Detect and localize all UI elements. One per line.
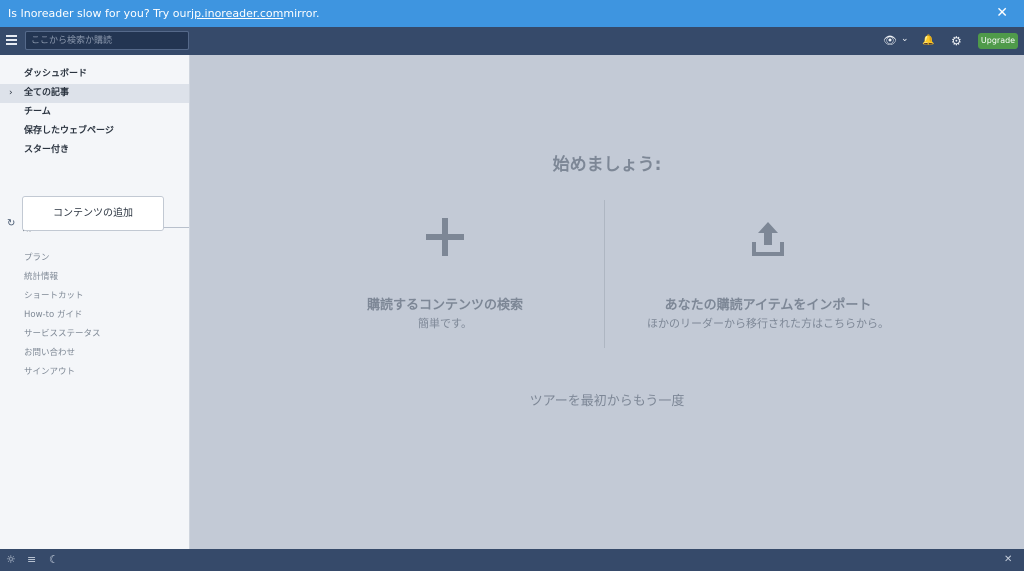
plus-icon[interactable]	[426, 218, 464, 256]
banner-text: Is Inoreader slow for you? Try our	[8, 7, 192, 20]
search-content-link[interactable]: 購読するコンテンツの検索	[345, 294, 545, 313]
upgrade-button[interactable]: Upgrade	[978, 33, 1018, 49]
sidebar-link-sign-out[interactable]: サインアウト	[24, 365, 75, 377]
mirror-link[interactable]: jp.inoreader.com	[191, 7, 283, 20]
sidebar-item-starred[interactable]: スター付き	[0, 141, 189, 160]
upload-icon[interactable]	[750, 220, 786, 258]
getting-started-title: 始めましょう:	[552, 155, 662, 175]
sidebar: ダッシュボード ›全ての記事 チーム 保存したウェブページ スター付き ↻ 購読…	[0, 55, 190, 549]
sidebar-link-shortcuts[interactable]: ショートカット	[24, 289, 84, 301]
list-view-icon[interactable]: ≡	[27, 553, 36, 567]
sidebar-link-service-status[interactable]: サービスステータス	[24, 327, 101, 339]
search-input[interactable]	[25, 31, 189, 50]
sidebar-item-label: スター付き	[24, 145, 70, 155]
eye-icon[interactable]: 👁	[883, 34, 897, 48]
chevron-right-icon[interactable]: ›	[9, 84, 13, 103]
import-subscriptions-subtitle: ほかのリーダーから移行された方はこちらから。	[647, 317, 889, 330]
sidebar-link-howto-guide[interactable]: How-to ガイド	[24, 308, 82, 320]
search-content-subtitle: 簡単です。	[418, 317, 472, 330]
import-subscriptions-link[interactable]: あなたの購読アイテムをインポート	[618, 294, 918, 313]
sidebar-item-label: ダッシュボード	[24, 69, 88, 79]
sidebar-item-dashboard[interactable]: ダッシュボード	[0, 65, 189, 84]
top-toolbar: 👁 ⌄ 🔔 ⚙ Upgrade	[0, 27, 1024, 55]
bell-icon[interactable]: 🔔	[922, 34, 934, 48]
bottom-toolbar: ☼ ≡ ☾ ✕	[0, 549, 1024, 571]
sidebar-item-label: チーム	[24, 107, 51, 117]
sidebar-link-contact[interactable]: お問い合わせ	[24, 346, 75, 358]
banner-text-end: mirror.	[283, 7, 320, 20]
mirror-banner: Is Inoreader slow for you? Try our jp.in…	[0, 0, 1024, 27]
sidebar-item-saved-webpages[interactable]: 保存したウェブページ	[0, 122, 189, 141]
view-chevron-down-icon[interactable]: ⌄	[901, 32, 909, 46]
restart-tour-link[interactable]: ツアーを最初からもう一度	[190, 390, 1024, 409]
sidebar-link-statistics[interactable]: 統計情報	[24, 270, 58, 282]
bottom-close-icon[interactable]: ✕	[1004, 553, 1012, 567]
sidebar-item-label: 全ての記事	[24, 88, 70, 98]
sidebar-link-plans[interactable]: プラン	[24, 251, 50, 263]
add-content-button[interactable]: コンテンツの追加	[22, 196, 164, 231]
banner-close-icon[interactable]: ✕	[996, 5, 1008, 21]
sidebar-item-all-articles[interactable]: › 全ての記事	[0, 84, 189, 103]
moon-icon[interactable]: ☾	[49, 553, 59, 567]
sidebar-item-label: 保存したウェブページ	[24, 126, 114, 136]
sidebar-item-team[interactable]: チーム	[0, 103, 189, 122]
hamburger-menu-icon[interactable]	[6, 35, 17, 45]
refresh-icon[interactable]: ↻	[7, 218, 15, 229]
sun-icon[interactable]: ☼	[6, 553, 16, 567]
options-divider	[604, 200, 605, 348]
gear-icon[interactable]: ⚙	[951, 34, 962, 48]
